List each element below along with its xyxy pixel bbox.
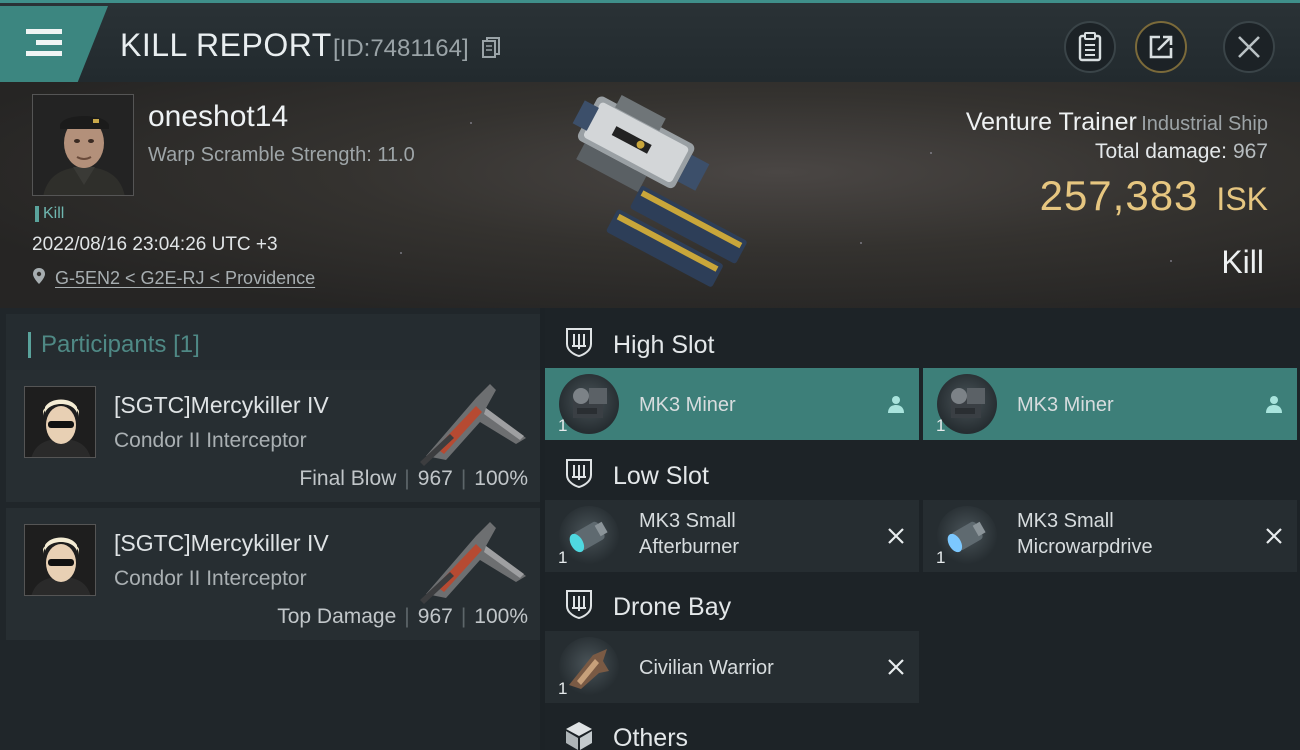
item-name-line2: Microwarpdrive [1017,536,1153,558]
item-name-line1: MK3 Small [1017,510,1114,532]
participants-label: Participants [41,331,167,358]
drone-item[interactable]: 1 Civilian Warrior [545,631,919,703]
destroyed-x-icon [888,528,904,544]
destroyed-x-icon [1266,528,1282,544]
total-damage-value: 967 [1232,140,1268,163]
participant-percent: 100% [474,467,528,490]
participant-stats: Final Blow | 967 | 100% [299,467,528,490]
participant-percent: 100% [474,605,528,628]
participant-avatar[interactable] [24,524,96,596]
miner-module-icon [559,374,619,434]
victim-name[interactable]: oneshot14 [148,100,288,134]
result-label: Kill [1221,244,1264,280]
page-title: KILL REPORT [120,27,332,63]
participant-name[interactable]: [SGTC]Mercykiller IV [114,530,329,557]
clipboard-button[interactable] [1064,21,1116,73]
copy-icon[interactable] [482,37,500,59]
item-name: MK3 Small Microwarpdrive [1017,508,1153,560]
participant-damage: 967 [417,467,453,490]
isk-value-row: 257,383 ISK [1040,172,1268,220]
low-slot-header: Low Slot [545,445,1300,501]
participant-ship: Condor II Interceptor [114,567,307,590]
participant-card[interactable]: [SGTC]Mercykiller IV Condor II Intercept… [6,508,540,640]
fitting-panel: High Slot 1 MK3 Miner 1 MK3 Miner Low Sl… [545,308,1300,750]
afterburner-module-icon [559,506,619,566]
shield-slot-icon [566,459,592,489]
total-damage: Total damage: 967 [1095,140,1268,164]
item-name: Civilian Warrior [639,657,774,679]
clipboard-icon [1078,32,1102,62]
participant-stats: Top Damage | 967 | 100% [277,605,528,628]
share-button[interactable] [1135,21,1187,73]
person-icon [888,396,904,413]
person-icon [1266,396,1282,413]
destroyed-x-icon [888,659,904,675]
item-name-line1: MK3 Small [639,510,736,532]
participants-count: [1] [173,331,200,358]
slot-title: Drone Bay [613,593,732,621]
participant-role: Final Blow [299,467,397,490]
item-quantity: 1 [936,548,946,567]
module-item[interactable]: 1 MK3 Small Afterburner [545,500,919,572]
kill-tag: Kill [35,206,64,222]
participant-avatar[interactable] [24,386,96,458]
others-header: Others [545,707,1300,750]
drone-bay-header: Drone Bay [545,576,1300,632]
participant-ship: Condor II Interceptor [114,429,307,452]
participant-card[interactable]: [SGTC]Mercykiller IV Condor II Intercept… [6,370,540,502]
victim-ship-type: Venture Trainer Industrial Ship [966,108,1268,137]
isk-unit: ISK [1216,181,1268,217]
high-slot-header: High Slot [545,314,1300,370]
item-quantity: 1 [558,548,568,567]
kill-timestamp: 2022/08/16 23:04:26 UTC +3 [32,234,278,255]
item-quantity: 1 [558,416,568,435]
miner-module-icon [937,374,997,434]
ship-name[interactable]: Venture Trainer [966,108,1137,136]
drone-icon [559,637,619,697]
participant-name[interactable]: [SGTC]Mercykiller IV [114,392,329,419]
slot-title: Low Slot [613,462,709,490]
close-button[interactable] [1223,21,1275,73]
top-bar: KILL REPORT [ID:7481164] [0,0,1300,82]
item-quantity: 1 [558,679,568,698]
participant-role: Top Damage [277,605,397,628]
isk-value: 257,383 [1039,172,1199,219]
item-name-line2: Afterburner [639,536,740,558]
item-name: MK3 Miner [1017,394,1114,416]
slot-title: High Slot [613,331,715,359]
participant-ship-image [420,522,526,604]
participants-panel: Participants [1] [SGTC]Mercykiller IV Co… [0,308,540,750]
microwarpdrive-module-icon [937,506,997,566]
shield-slot-icon [566,590,592,620]
participant-damage: 967 [417,605,453,628]
kill-summary-hero: oneshot14 Warp Scramble Strength: 11.0 K… [0,82,1300,308]
slot-title: Others [613,724,689,750]
location-pin-icon [33,268,45,284]
location-link[interactable]: G-5EN2 < G2E-RJ < Providence [55,268,315,289]
warp-scramble-strength: Warp Scramble Strength: 11.0 [148,144,415,166]
item-name: MK3 Small Afterburner [639,508,739,560]
share-icon [1149,35,1173,59]
ship-class: Industrial Ship [1141,113,1268,135]
participant-ship-image [420,384,526,466]
module-item[interactable]: 1 MK3 Miner [923,368,1297,440]
module-item[interactable]: 1 MK3 Miner [545,368,919,440]
participants-title: Participants [1] [28,332,200,358]
report-id: [ID:7481164] [333,35,469,62]
shield-slot-icon [566,328,592,358]
item-name: MK3 Miner [639,394,736,416]
cube-icon [566,722,592,750]
item-quantity: 1 [936,416,946,435]
total-damage-label: Total damage: [1095,140,1227,163]
module-item[interactable]: 1 MK3 Small Microwarpdrive [923,500,1297,572]
victim-avatar[interactable] [32,94,134,196]
participants-header: Participants [1] [6,314,540,370]
victim-ship-image [572,94,747,287]
close-icon [1238,36,1260,58]
hamburger-menu-icon[interactable] [26,29,64,57]
